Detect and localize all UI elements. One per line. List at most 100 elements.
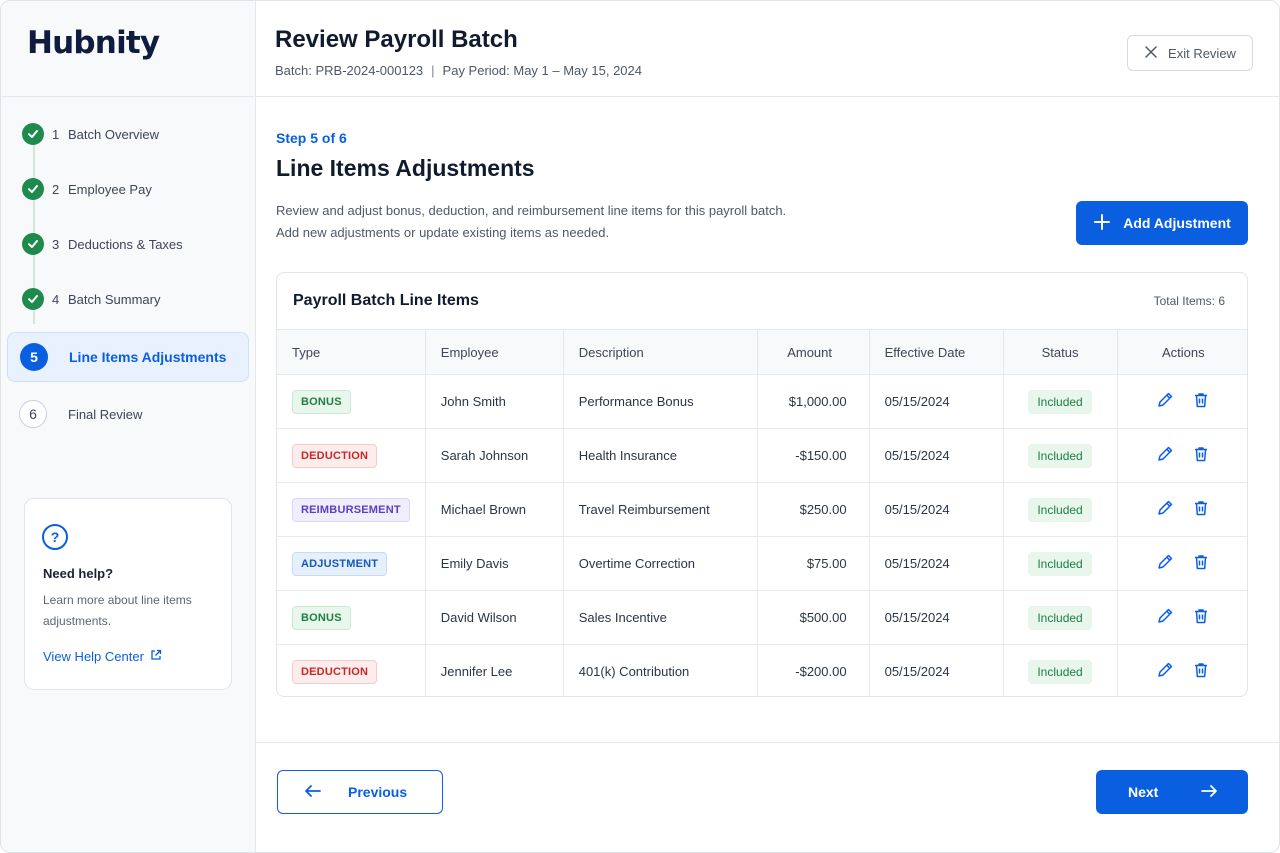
step-number: 2: [52, 181, 60, 197]
pencil-icon[interactable]: [1156, 553, 1174, 571]
page-title: Review Payroll Batch: [275, 26, 518, 53]
help-link-label: View Help Center: [43, 649, 144, 664]
pencil-icon[interactable]: [1156, 445, 1174, 463]
section-title: Line Items Adjustments: [276, 155, 535, 181]
type-badge: BONUS: [292, 389, 351, 414]
column-header-type[interactable]: Type: [277, 329, 426, 375]
type-cell: DEDUCTION: [277, 644, 426, 696]
column-header-amount[interactable]: Amount: [757, 329, 870, 375]
check-icon: [22, 123, 44, 145]
exit-review-button[interactable]: Exit Review: [1127, 35, 1253, 71]
effective-date-cell: 05/15/2024: [869, 428, 1004, 483]
add-adjustment-button[interactable]: Add Adjustment: [1076, 201, 1248, 245]
type-badge: ADJUSTMENT: [292, 551, 388, 576]
table-header-row: Type Employee Description Amount Effecti…: [277, 329, 1247, 375]
section-description: Review and adjust bonus, deduction, and …: [276, 200, 786, 244]
status-cell: Included: [1003, 374, 1118, 429]
step-final-review[interactable]: 6 Final Review: [7, 389, 249, 439]
app-window: Hubnity 1 Batch Overview 2 Employee Pay: [0, 0, 1280, 853]
type-badge: DEDUCTION: [292, 659, 378, 684]
trash-icon[interactable]: [1192, 445, 1210, 463]
status-badge: Included: [1028, 443, 1092, 468]
trash-icon[interactable]: [1192, 661, 1210, 679]
batch-id: Batch: PRB-2024-000123: [275, 63, 424, 78]
column-header-effective-date[interactable]: Effective Date: [869, 329, 1004, 375]
step-batch-overview[interactable]: 1 Batch Overview: [7, 109, 249, 159]
step-number: 4: [52, 291, 60, 307]
description-line: Review and adjust bonus, deduction, and …: [276, 203, 787, 218]
amount-cell: -$150.00: [757, 428, 870, 483]
pencil-icon[interactable]: [1156, 661, 1174, 679]
check-icon: [22, 233, 44, 255]
arrow-right-icon: [1200, 784, 1218, 801]
type-badge: DEDUCTION: [292, 443, 378, 468]
exit-review-label: Exit Review: [1168, 45, 1236, 61]
step-label: Batch Overview: [68, 126, 160, 142]
employee-cell: John Smith: [425, 374, 564, 429]
step-batch-summary[interactable]: 4 Batch Summary: [7, 274, 249, 324]
status-cell: Included: [1003, 428, 1118, 483]
trash-icon[interactable]: [1192, 553, 1210, 571]
employee-cell: Jennifer Lee: [425, 644, 564, 696]
column-header-employee[interactable]: Employee: [425, 329, 564, 375]
description-cell: Health Insurance: [563, 428, 758, 483]
table-row: ADJUSTMENT Emily Davis Overtime Correction…: [277, 536, 1247, 591]
description-cell: Sales Incentive: [563, 590, 758, 645]
status-cell: Included: [1003, 590, 1118, 645]
table-title: Payroll Batch Line Items: [293, 292, 479, 309]
pencil-icon[interactable]: [1156, 391, 1174, 409]
actions-cell: [1117, 374, 1247, 429]
actions-cell: [1117, 536, 1247, 591]
actions-cell: [1117, 645, 1247, 697]
external-link-icon: [150, 649, 162, 664]
table-row: DEDUCTION Jennifer Lee 401(k) Contribution…: [277, 644, 1247, 697]
total-items-count: Total Items: 6: [1153, 294, 1225, 308]
type-badge: REIMBURSEMENT: [292, 497, 410, 522]
step-counter: Step 5 of 6: [276, 130, 347, 146]
add-adjustment-label: Add Adjustment: [1123, 215, 1231, 231]
page-footer: Previous Next: [256, 742, 1279, 852]
column-header-description[interactable]: Description: [563, 329, 758, 375]
amount-cell: $1,000.00: [757, 374, 870, 429]
view-help-center-link[interactable]: View Help Center: [43, 649, 162, 664]
step-deductions-taxes[interactable]: 3 Deductions & Taxes: [7, 219, 249, 269]
type-cell: ADJUSTMENT: [277, 536, 426, 591]
trash-icon[interactable]: [1192, 607, 1210, 625]
previous-button[interactable]: Previous: [277, 770, 443, 814]
effective-date-cell: 05/15/2024: [869, 590, 1004, 645]
step-label: Line Items Adjustments: [69, 349, 227, 365]
trash-icon[interactable]: [1192, 499, 1210, 517]
step-employee-pay[interactable]: 2 Employee Pay: [7, 164, 249, 214]
table-row: BONUS John Smith Performance Bonus $1,000.0…: [277, 374, 1247, 429]
page-subtitle: Batch: PRB-2024-000123 | Pay Period: May 1…: [275, 63, 642, 78]
status-cell: Included: [1003, 536, 1118, 591]
status-badge: Included: [1028, 389, 1092, 414]
brand-logo[interactable]: Hubnity: [27, 25, 255, 61]
step-label: Employee Pay: [68, 181, 152, 197]
step-line-items-adjustments[interactable]: 5 Line Items Adjustments: [7, 332, 249, 382]
effective-date-cell: 05/15/2024: [869, 536, 1004, 591]
type-cell: DEDUCTION: [277, 428, 426, 483]
step-number-badge: 5: [20, 343, 48, 371]
pencil-icon[interactable]: [1156, 607, 1174, 625]
previous-label: Previous: [348, 784, 408, 800]
type-badge: BONUS: [292, 605, 351, 630]
description-line: Add new adjustments or update existing i…: [276, 225, 610, 240]
column-header-actions: Actions: [1117, 329, 1247, 375]
trash-icon[interactable]: [1192, 391, 1210, 409]
effective-date-cell: 05/15/2024: [869, 374, 1004, 429]
help-text: Learn more about line items adjustments.: [43, 593, 192, 628]
description-cell: Overtime Correction: [563, 536, 758, 591]
status-cell: Included: [1003, 644, 1118, 696]
actions-cell: [1117, 482, 1247, 537]
page-header: Review Payroll Batch Batch: PRB-2024-000…: [256, 1, 1279, 97]
table-row: REIMBURSEMENT Michael Brown Travel Reimbur…: [277, 482, 1247, 537]
description-cell: Performance Bonus: [563, 374, 758, 429]
effective-date-cell: 05/15/2024: [869, 482, 1004, 537]
sidebar: Hubnity 1 Batch Overview 2 Employee Pay: [1, 1, 256, 852]
next-button[interactable]: Next: [1096, 770, 1248, 814]
step-label: Final Review: [68, 406, 143, 422]
pencil-icon[interactable]: [1156, 499, 1174, 517]
actions-cell: [1117, 590, 1247, 645]
step-number-badge: 6: [19, 400, 47, 428]
